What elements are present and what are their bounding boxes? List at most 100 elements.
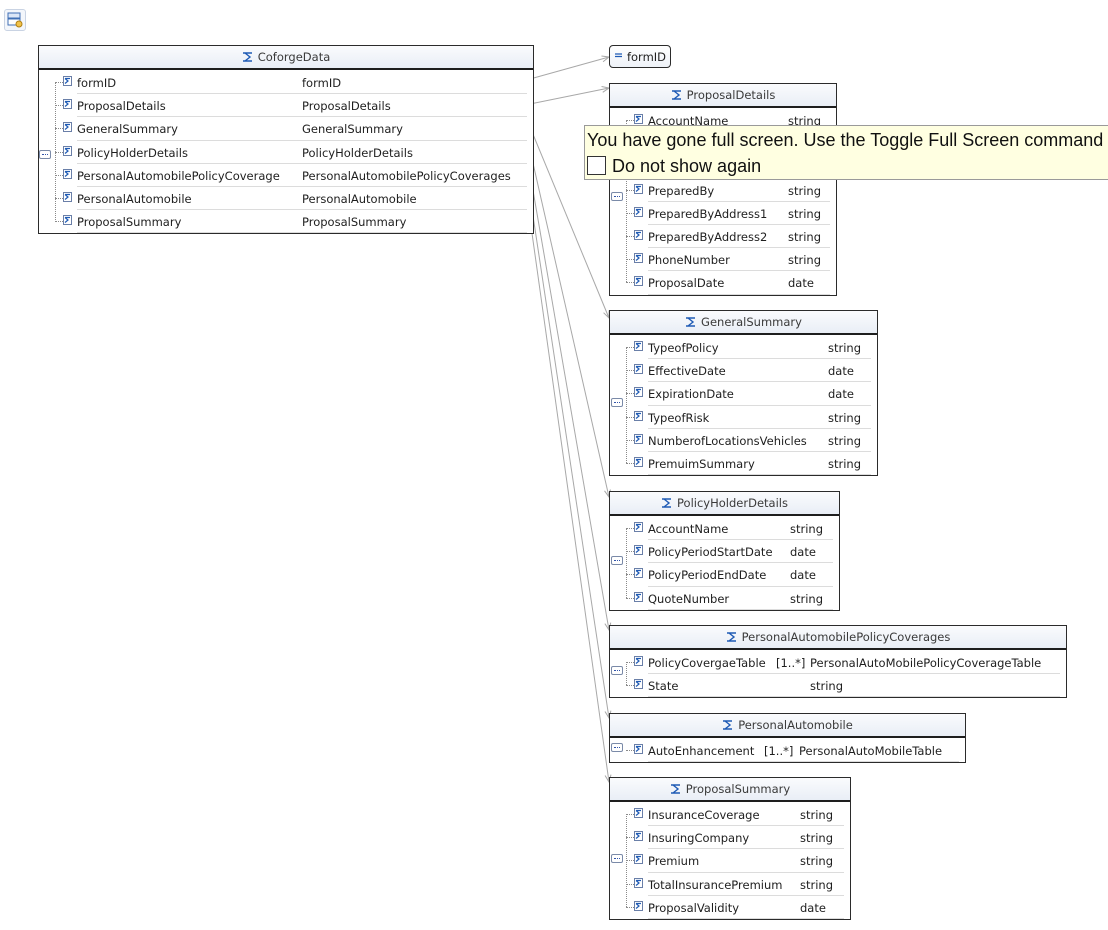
element-row[interactable]: Premium string (610, 849, 850, 873)
element-row[interactable]: ProposalSummary ProposalSummary (39, 210, 533, 234)
element-icon (634, 568, 643, 579)
type-box-rows: TypeofPolicy string EffectiveDate date Expir… (610, 335, 877, 476)
element-type: PersonalAutomobilePolicyCoverages (302, 168, 511, 183)
element-icon (63, 191, 72, 202)
element-icon (63, 122, 72, 133)
type-box-header[interactable]: ProposalSummary (610, 778, 850, 802)
sequence-icon (611, 743, 623, 752)
element-row[interactable]: PhoneNumber string (610, 248, 836, 272)
element-row[interactable]: PreparedByAddress2 string (610, 225, 836, 249)
do-not-show-again-checkbox[interactable] (587, 156, 606, 175)
element-name: AutoEnhancement (648, 744, 755, 758)
element-multiplicity: [1..*] (776, 656, 806, 670)
element-row[interactable]: PersonalAutomobile PersonalAutomobile (39, 187, 533, 211)
element-type: string (800, 831, 834, 846)
element-name: InsuranceCoverage (648, 808, 760, 822)
connector-line (529, 56, 610, 80)
complex-type-icon (662, 498, 672, 508)
element-name: PersonalAutomobile (77, 191, 192, 206)
type-box-rows: InsuranceCoverage string InsuringCompany st… (610, 802, 850, 919)
element-name: AccountName (648, 522, 729, 536)
type-box-header[interactable]: ProposalDetails (610, 84, 836, 108)
element-icon (634, 183, 643, 194)
root-element-header[interactable]: CoforgeData (39, 46, 533, 70)
formid-reference-label: formID (626, 49, 667, 64)
element-row[interactable]: PolicyPeriodEndDate date (610, 563, 839, 587)
element-row[interactable]: TypeofPolicy string (610, 336, 877, 360)
type-box-rows: AccountName string PolicyPeriodStartDate da… (610, 516, 839, 610)
element-type: string (800, 808, 834, 822)
complex-type-icon (723, 720, 733, 730)
sequence-icon (611, 192, 623, 201)
element-row[interactable]: GeneralSummary GeneralSummary (39, 117, 533, 141)
element-icon (634, 808, 643, 818)
element-row[interactable]: formID formID (39, 71, 533, 95)
element-row[interactable]: ProposalDetails ProposalDetails (39, 94, 533, 118)
type-box-header[interactable]: PersonalAutomobile (610, 714, 965, 738)
complex-type-icon (242, 52, 252, 62)
element-row[interactable]: NumberofLocationsVehicles string (610, 429, 877, 452)
element-row[interactable]: AccountName string (610, 517, 839, 541)
element-type: string (810, 679, 844, 694)
element-row[interactable]: TypeofRisk string (610, 406, 877, 429)
type-box-proposalsummary[interactable]: ProposalSummary InsuranceCoverage string In… (609, 777, 851, 920)
type-box-generalsummary[interactable]: GeneralSummary TypeofPolicy string Effectiv… (609, 310, 878, 477)
element-name: State (648, 679, 679, 694)
element-type: date (828, 364, 854, 379)
element-icon (634, 877, 643, 888)
type-box-personalautomobilepolicycoverages[interactable]: PersonalAutomobilePolicyCoverages PolicyC… (609, 625, 1067, 699)
element-name: PersonalAutomobilePolicyCoverage (77, 168, 280, 183)
element-row[interactable]: PolicyPeriodStartDate date (610, 540, 839, 564)
type-box-proposaldetails[interactable]: ProposalDetails AccountName string Prepared… (609, 83, 837, 296)
fullscreen-message: You have gone full screen. Use the Toggl… (587, 130, 1108, 150)
element-icon (634, 206, 643, 217)
type-box-title: PersonalAutomobile (738, 718, 853, 732)
element-icon (634, 831, 643, 842)
sequence-icon (611, 556, 623, 565)
element-row[interactable]: PolicyCovergaeTable [1..*] PersonalAutoMob… (610, 651, 1066, 675)
sequence-icon (611, 854, 623, 863)
element-type: string (788, 229, 822, 244)
complex-type-icon (686, 317, 696, 327)
root-element-rows: formID formID ProposalDetails ProposalDetai… (39, 70, 533, 234)
element-row[interactable]: PersonalAutomobilePolicyCoverage Personal… (39, 164, 533, 187)
element-row[interactable]: PremuimSummary string (610, 452, 877, 476)
element-row[interactable]: AutoEnhancement [1..*] PersonalAutoMobileT… (610, 739, 965, 763)
element-name: ProposalDetails (77, 99, 166, 114)
element-row[interactable]: PreparedByAddress1 string (610, 202, 836, 225)
type-box-header[interactable]: PolicyHolderDetails (610, 492, 839, 516)
element-icon (63, 145, 72, 156)
type-box-header[interactable]: GeneralSummary (610, 311, 877, 335)
element-type: date (828, 387, 854, 402)
element-name: PhoneNumber (648, 253, 730, 268)
element-icon (63, 76, 72, 86)
element-row[interactable]: ProposalDate date (610, 271, 836, 295)
connector-line (529, 87, 610, 105)
element-icon (634, 229, 643, 240)
element-row[interactable]: InsuringCompany string (610, 826, 850, 850)
type-box-personalautomobile[interactable]: PersonalAutomobile AutoEnhancement [1..*] P… (609, 713, 966, 764)
element-row[interactable]: State string (610, 674, 1066, 698)
element-row[interactable]: QuoteNumber string (610, 587, 839, 610)
element-row[interactable]: TotalInsurancePremium string (610, 873, 850, 896)
element-row[interactable]: ExpirationDate date (610, 382, 877, 406)
element-row[interactable]: PreparedBy string (610, 179, 836, 202)
type-box-title: ProposalSummary (685, 782, 791, 796)
element-name: TypeofPolicy (648, 341, 719, 355)
type-box-header[interactable]: PersonalAutomobilePolicyCoverages (610, 626, 1066, 650)
element-type: string (828, 341, 862, 355)
element-row[interactable]: ProposalValidity date (610, 896, 850, 919)
connector-line (529, 149, 610, 498)
element-row[interactable]: InsuranceCoverage string (610, 803, 850, 827)
element-icon (634, 545, 643, 556)
element-type: date (788, 276, 814, 291)
element-icon (634, 900, 643, 911)
formid-reference-box[interactable]: formID (609, 45, 671, 68)
element-row[interactable]: PolicyHolderDetails PolicyHolderDetails (39, 141, 533, 164)
element-type: date (800, 900, 826, 915)
connector-line (529, 172, 610, 631)
element-name: GeneralSummary (77, 122, 178, 137)
type-box-policyholderdetails[interactable]: PolicyHolderDetails AccountName string Poli… (609, 491, 840, 611)
element-row[interactable]: EffectiveDate date (610, 359, 877, 383)
root-element-box[interactable]: CoforgeData formID formID ProposalDetails P… (38, 45, 534, 234)
